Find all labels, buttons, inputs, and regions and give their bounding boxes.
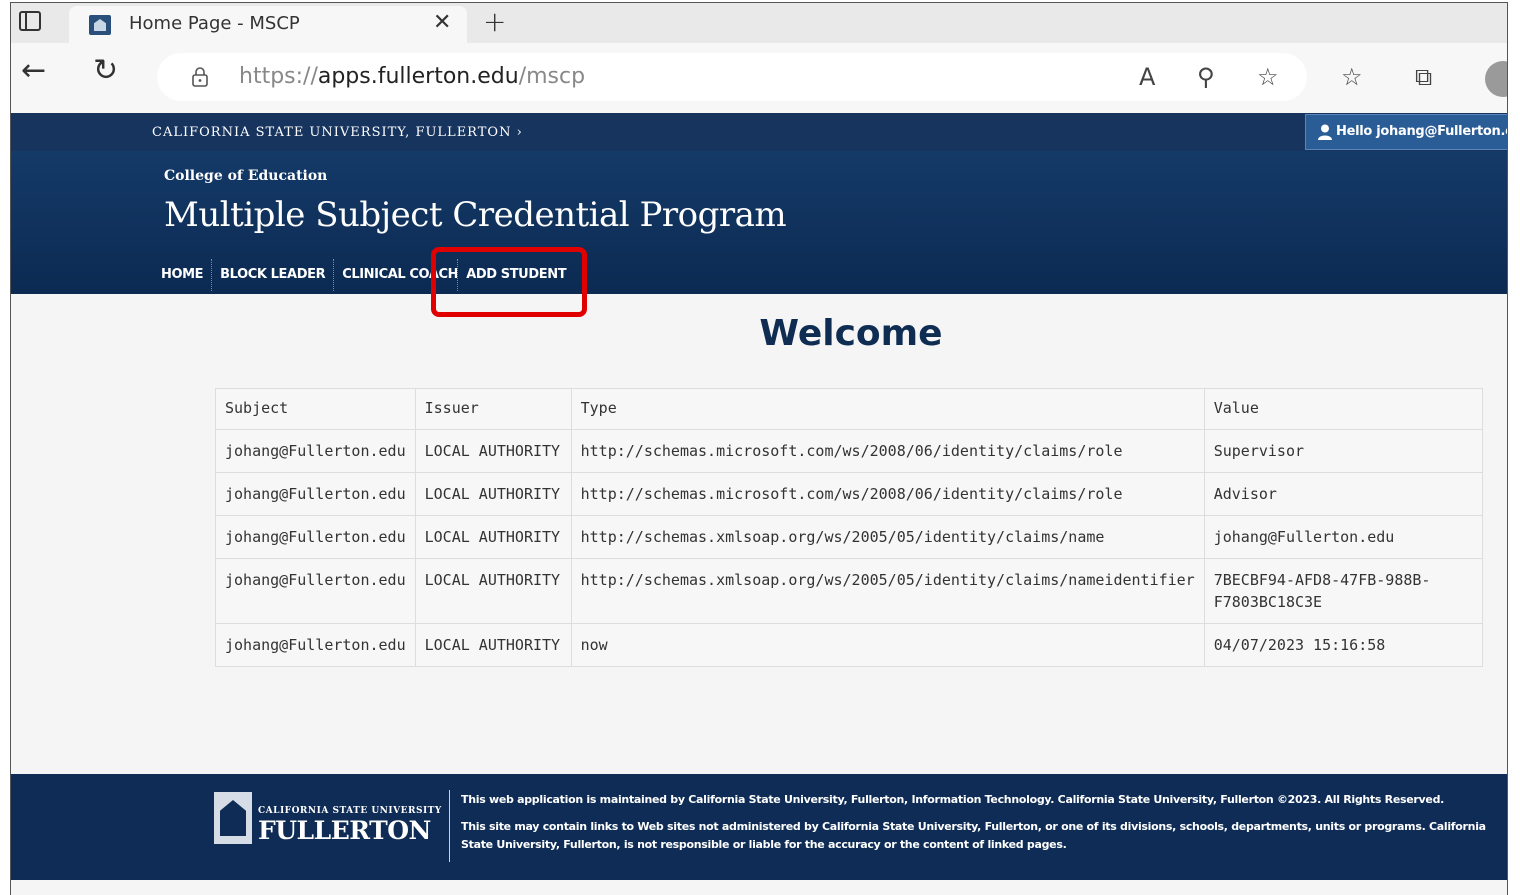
url-text[interactable]: https://apps.fullerton.edu/mscp — [239, 64, 585, 89]
user-icon — [1318, 124, 1332, 140]
tab-strip: Home Page - MSCP ✕ + — [11, 3, 1507, 43]
site-footer: CALIFORNIA STATE UNIVERSITY FULLERTON Th… — [11, 774, 1507, 880]
highlight-annotation — [431, 247, 587, 317]
type-cell: http://schemas.microsoft.com/ws/2008/06/… — [570, 472, 1205, 516]
program-title[interactable]: Multiple Subject Credential Program — [164, 195, 787, 235]
college-name[interactable]: College of Education — [164, 168, 327, 184]
address-bar[interactable]: https://apps.fullerton.edu/mscp A ⚲ ☆ — [157, 53, 1307, 101]
value-cell: Supervisor — [1203, 429, 1484, 473]
university-seal-icon — [214, 792, 252, 844]
back-icon[interactable]: ← — [21, 53, 46, 88]
url-scheme: https:// — [239, 64, 318, 89]
column-header-value: Value — [1203, 388, 1484, 430]
url-host: apps.fullerton.edu — [317, 64, 519, 89]
logo-university-text: CALIFORNIA STATE UNIVERSITY — [258, 806, 442, 816]
table-header-row: Subject Issuer Type Value — [215, 388, 1484, 430]
table-row: johang@Fullerton.edu LOCAL AUTHORITY htt… — [215, 558, 1484, 624]
user-greeting[interactable]: Hello johang@Fullerton.edu — [1305, 114, 1507, 150]
subject-cell: johang@Fullerton.edu — [215, 472, 416, 516]
sidebar-toggle-icon[interactable] — [19, 11, 41, 31]
subject-cell: johang@Fullerton.edu — [215, 558, 416, 624]
favorites-icon[interactable]: ☆ — [1341, 63, 1363, 91]
tab-title: Home Page - MSCP — [129, 13, 300, 34]
site-page: CALIFORNIA STATE UNIVERSITY, FULLERTON ›… — [11, 113, 1507, 895]
issuer-cell: LOCAL AUTHORITY — [414, 558, 572, 624]
external-links-disclaimer: This site may contain links to Web sites… — [461, 820, 1486, 851]
subject-cell: johang@Fullerton.edu — [215, 623, 416, 667]
value-cell: 04/07/2023 15:16:58 — [1203, 623, 1484, 667]
claims-table: Subject Issuer Type Value johang@Fullert… — [215, 388, 1484, 667]
value-cell: johang@Fullerton.edu — [1203, 515, 1484, 559]
column-header-type: Type — [570, 388, 1205, 430]
subject-cell: johang@Fullerton.edu — [215, 429, 416, 473]
table-row: johang@Fullerton.edu LOCAL AUTHORITY htt… — [215, 429, 1484, 473]
logo-fullerton-text: FULLERTON — [258, 816, 431, 845]
add-favorite-icon[interactable]: ☆ — [1257, 63, 1279, 91]
favicon-icon — [89, 15, 111, 35]
type-cell: now — [570, 623, 1205, 667]
table-row: johang@Fullerton.edu LOCAL AUTHORITY htt… — [215, 515, 1484, 559]
site-header: College of Education Multiple Subject Cr… — [11, 151, 1507, 294]
type-cell: http://schemas.xmlsoap.org/ws/2005/05/id… — [570, 515, 1205, 559]
new-tab-icon[interactable]: + — [483, 5, 506, 38]
read-aloud-icon[interactable]: A — [1139, 63, 1155, 91]
column-header-issuer: Issuer — [414, 388, 572, 430]
issuer-cell: LOCAL AUTHORITY — [414, 623, 572, 667]
issuer-cell: LOCAL AUTHORITY — [414, 515, 572, 559]
university-bar: CALIFORNIA STATE UNIVERSITY, FULLERTON ›… — [11, 113, 1507, 151]
footer-divider — [449, 790, 450, 862]
university-link[interactable]: CALIFORNIA STATE UNIVERSITY, FULLERTON › — [152, 125, 523, 140]
issuer-cell: LOCAL AUTHORITY — [414, 429, 572, 473]
reload-icon[interactable]: ↻ — [93, 53, 118, 88]
issuer-cell: LOCAL AUTHORITY — [414, 472, 572, 516]
type-cell: http://schemas.xmlsoap.org/ws/2005/05/id… — [570, 558, 1205, 624]
value-cell: Advisor — [1203, 472, 1484, 516]
type-cell: http://schemas.microsoft.com/ws/2008/06/… — [570, 429, 1205, 473]
profile-avatar[interactable] — [1485, 61, 1507, 97]
column-header-subject: Subject — [215, 388, 416, 430]
close-tab-icon[interactable]: ✕ — [433, 10, 451, 35]
menu-item-block-leader[interactable]: BLOCK LEADER — [212, 259, 335, 291]
table-row: johang@Fullerton.edu LOCAL AUTHORITY now… — [215, 623, 1484, 667]
subject-cell: johang@Fullerton.edu — [215, 515, 416, 559]
lock-icon[interactable] — [191, 67, 209, 87]
csuf-logo[interactable]: CALIFORNIA STATE UNIVERSITY FULLERTON — [214, 792, 444, 852]
url-path: /mscp — [518, 64, 586, 89]
value-cell: 7BECBF94-AFD8-47FB-988B-F7803BC18C3E — [1203, 558, 1484, 624]
browser-tab[interactable]: Home Page - MSCP ✕ — [69, 6, 467, 43]
table-row: johang@Fullerton.edu LOCAL AUTHORITY htt… — [215, 472, 1484, 516]
zoom-icon[interactable]: ⚲ — [1197, 63, 1215, 91]
address-bar-row: ← ↻ https://apps.fullerton.edu/mscp A ⚲ … — [11, 43, 1507, 113]
page-title: Welcome — [759, 313, 943, 354]
collections-icon[interactable]: ⧉ — [1415, 63, 1432, 91]
hello-user-text: Hello johang@Fullerton.edu — [1336, 124, 1507, 139]
menu-item-home[interactable]: HOME — [153, 259, 213, 291]
maintained-notice: This web application is maintained by Ca… — [461, 793, 1445, 806]
browser-window: Home Page - MSCP ✕ + ← ↻ https://apps.fu… — [10, 2, 1508, 895]
